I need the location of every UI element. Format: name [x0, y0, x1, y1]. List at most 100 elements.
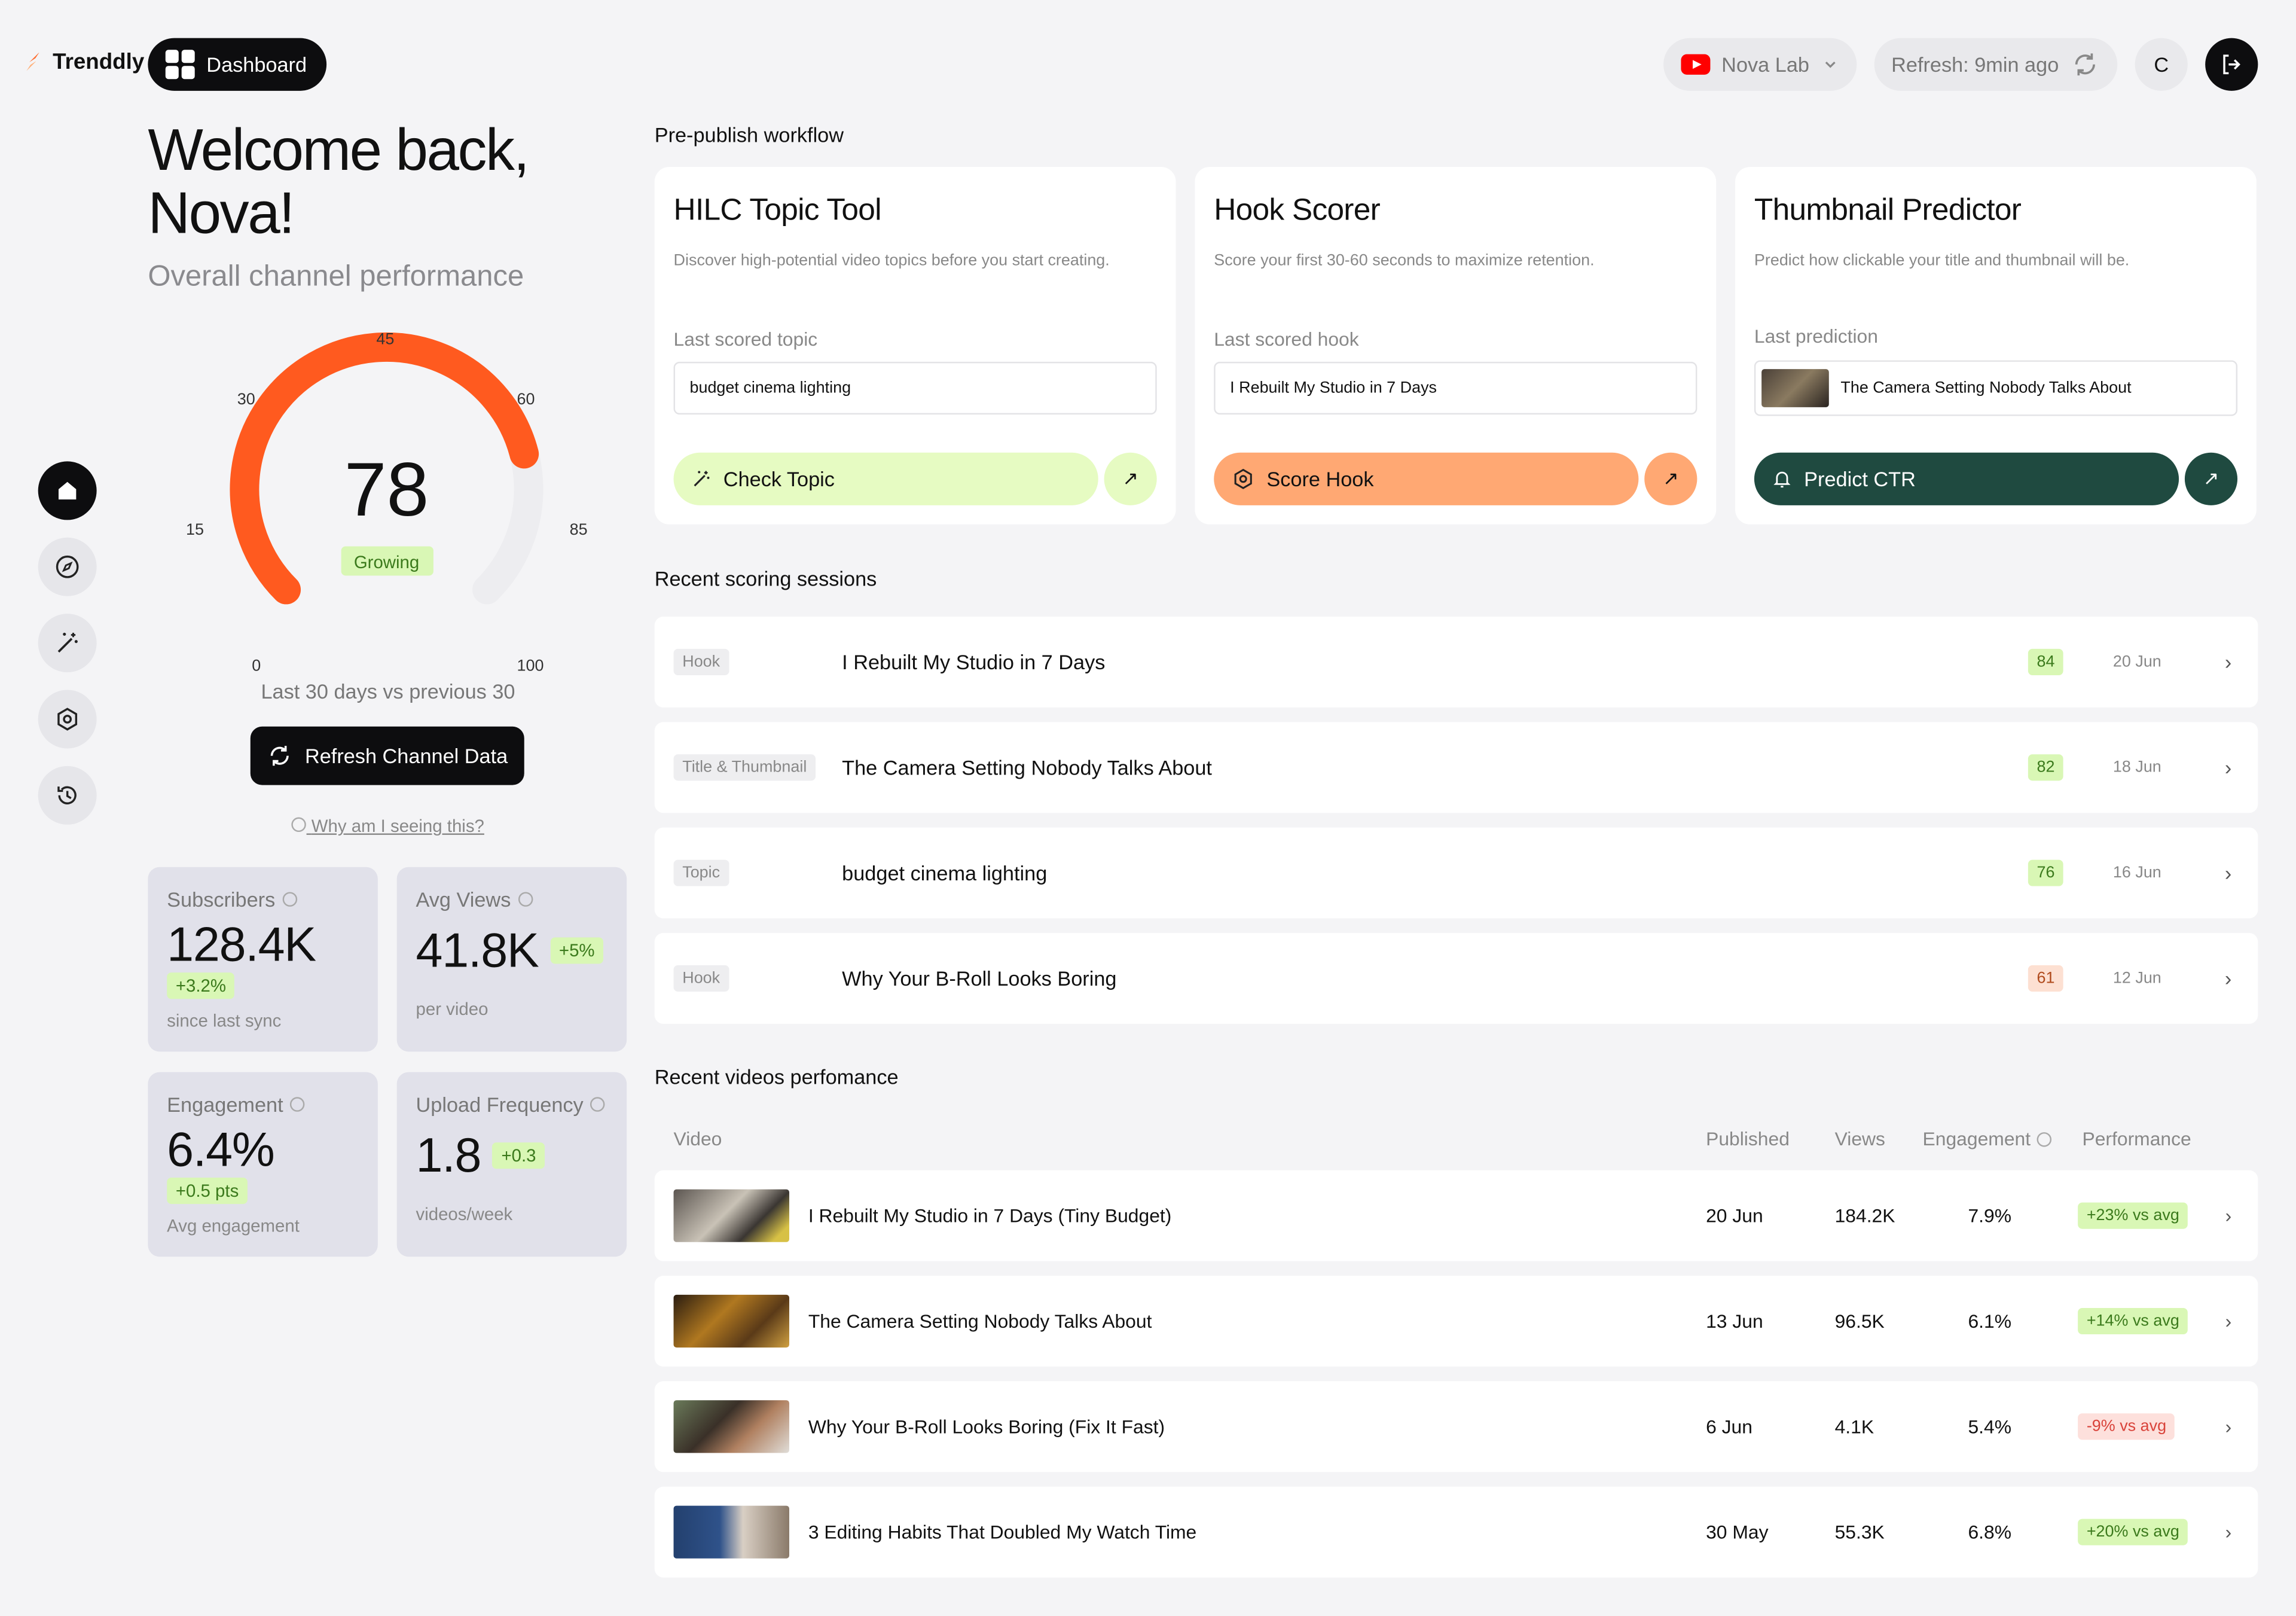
stat-avg-views: Avg Views 41.8K +5% per video: [396, 867, 627, 1052]
refresh-icon: [2075, 53, 2095, 76]
dashboard-nav-button[interactable]: Dashboard: [148, 38, 326, 91]
tool-name: Thumbnail Predictor: [1754, 193, 2022, 227]
dashboard-root: Trenddly Dashboard Nova Lab Refresh: 9mi…: [0, 0, 2296, 1615]
tool-last-value[interactable]: I Rebuilt My Studio in 7 Days: [1214, 361, 1697, 415]
nav-history[interactable]: [38, 766, 97, 825]
gauge-value: 78: [344, 447, 429, 532]
tool-description: Score your first 30-60 seconds to maximi…: [1214, 252, 1595, 270]
table-row[interactable]: I Rebuilt My Studio in 7 Days (Tiny Budg…: [654, 1170, 2258, 1261]
app-logo[interactable]: Trenddly: [26, 50, 144, 75]
stat-value: 6.4%: [167, 1121, 275, 1176]
app-name: Trenddly: [53, 50, 145, 75]
video-title: I Rebuilt My Studio in 7 Days (Tiny Budg…: [808, 1205, 1172, 1227]
info-icon[interactable]: [518, 892, 533, 907]
table-row[interactable]: 3 Editing Habits That Doubled My Watch T…: [654, 1486, 2258, 1578]
session-score: 61: [2028, 965, 2064, 992]
channel-name: Nova Lab: [1721, 53, 1809, 77]
column-engagement-label: Engagement: [1922, 1127, 2031, 1150]
score-hook-button[interactable]: Score Hook: [1214, 452, 1639, 505]
stat-label: Subscribers: [167, 888, 276, 911]
tool-topic: HILC Topic Tool Discover high-potential …: [654, 167, 1176, 525]
history-icon: [57, 786, 77, 804]
stat-value: 128.4K: [167, 917, 316, 971]
info-icon: [292, 817, 307, 833]
tool-last-label: Last scored hook: [1214, 328, 1359, 350]
gauge-status: Growing: [354, 553, 419, 572]
tool-hook: Hook Scorer Score your first 30-60 secon…: [1195, 167, 1717, 525]
tool-last-text: budget cinema lighting: [689, 379, 851, 397]
video-performance: +23% vs avg: [2078, 1202, 2188, 1229]
predict-ctr-button[interactable]: Predict CTR: [1754, 452, 2179, 505]
open-topic-tool-button[interactable]: ↗: [1104, 452, 1157, 505]
logout-button[interactable]: [2205, 38, 2258, 91]
stat-subscribers: Subscribers 128.4K +3.2% since last sync: [148, 867, 378, 1052]
column-views: Views: [1834, 1127, 1885, 1150]
logo-icon: [26, 52, 41, 72]
tool-name: Hook Scorer: [1214, 193, 1381, 227]
info-icon[interactable]: [2036, 1131, 2051, 1147]
session-row[interactable]: Topic budget cinema lighting 76 16 Jun ›: [654, 827, 2258, 919]
grid-icon: [165, 50, 195, 80]
check-topic-label: Check Topic: [723, 467, 835, 491]
session-score: 82: [2028, 754, 2064, 781]
session-row[interactable]: Hook Why Your B-Roll Looks Boring 61 12 …: [654, 933, 2258, 1024]
predict-ctr-label: Predict CTR: [1804, 467, 1916, 491]
refresh-status[interactable]: Refresh: 9min ago: [1873, 38, 2118, 91]
chevron-right-icon: ›: [2225, 1205, 2232, 1227]
nav-explore[interactable]: [38, 537, 97, 596]
session-row[interactable]: Hook I Rebuilt My Studio in 7 Days 84 20…: [654, 617, 2258, 708]
stat-label: Upload Frequency: [416, 1092, 584, 1117]
user-avatar[interactable]: C: [2135, 38, 2188, 91]
target-icon: [1234, 468, 1252, 489]
video-thumbnail: [673, 1294, 790, 1348]
column-performance: Performance: [2082, 1127, 2191, 1150]
nav-settings[interactable]: [38, 690, 97, 749]
tool-thumbnail: Thumbnail Predictor Predict how clickabl…: [1735, 167, 2257, 525]
stat-label: Avg Views: [416, 888, 511, 911]
stat-delta: +5%: [550, 937, 604, 964]
video-performance: +14% vs avg: [2078, 1307, 2188, 1335]
why-link[interactable]: Why am I seeing this?: [169, 816, 608, 836]
gauge-tick-15: 15: [186, 520, 204, 538]
gauge-tick-85: 85: [570, 520, 588, 538]
tool-last-label: Last prediction: [1754, 325, 1878, 347]
performance-gauge: 0 15 30 45 60 85 100 78 Growing: [186, 330, 588, 675]
tool-description: Discover high-potential video topics bef…: [673, 252, 1110, 270]
chevron-right-icon: ›: [2224, 650, 2232, 674]
chevron-right-icon: ›: [2225, 1310, 2232, 1333]
tool-description: Predict how clickable your title and thu…: [1754, 252, 2130, 270]
stat-engagement: Engagement 6.4% +0.5 pts Avg engagement: [148, 1072, 378, 1257]
tool-last-value[interactable]: The Camera Setting Nobody Talks About: [1754, 360, 2238, 416]
check-topic-button[interactable]: Check Topic: [673, 452, 1098, 505]
table-row[interactable]: Why Your B-Roll Looks Boring (Fix It Fas…: [654, 1381, 2258, 1472]
info-icon[interactable]: [282, 892, 297, 907]
open-thumbnail-tool-button[interactable]: ↗: [2184, 452, 2238, 505]
session-row[interactable]: Title & Thumbnail The Camera Setting Nob…: [654, 722, 2258, 813]
channel-selector[interactable]: Nova Lab: [1663, 38, 1857, 91]
video-title: Why Your B-Roll Looks Boring (Fix It Fas…: [808, 1415, 1165, 1438]
video-published: 6 Jun: [1706, 1415, 1752, 1438]
session-date: 16 Jun: [2112, 864, 2161, 882]
welcome-line-2: Nova!: [148, 181, 295, 246]
stat-delta: +3.2%: [167, 972, 235, 999]
session-date: 18 Jun: [2112, 758, 2161, 776]
video-performance: -9% vs avg: [2078, 1413, 2175, 1440]
gauge-tick-0: 0: [252, 657, 261, 675]
sessions-title: Recent scoring sessions: [654, 566, 877, 590]
refresh-channel-button[interactable]: Refresh Channel Data: [250, 726, 524, 785]
nav-home[interactable]: [38, 461, 97, 520]
why-link-text: Why am I seeing this?: [311, 816, 484, 837]
nav-tools[interactable]: [38, 614, 97, 673]
thumbnail-image: [1761, 369, 1829, 407]
stat-sub: videos/week: [416, 1204, 513, 1225]
performance-subtitle: Overall channel performance: [148, 260, 524, 293]
stat-sub: Avg engagement: [167, 1215, 300, 1236]
info-icon[interactable]: [590, 1097, 606, 1112]
refresh-channel-label: Refresh Channel Data: [304, 744, 508, 768]
table-row[interactable]: The Camera Setting Nobody Talks About 13…: [654, 1276, 2258, 1367]
open-hook-tool-button[interactable]: ↗: [1644, 452, 1697, 505]
bell-icon: [1773, 471, 1791, 488]
info-icon[interactable]: [290, 1097, 306, 1112]
tool-last-value[interactable]: budget cinema lighting: [673, 361, 1157, 415]
session-date: 12 Jun: [2112, 969, 2161, 987]
